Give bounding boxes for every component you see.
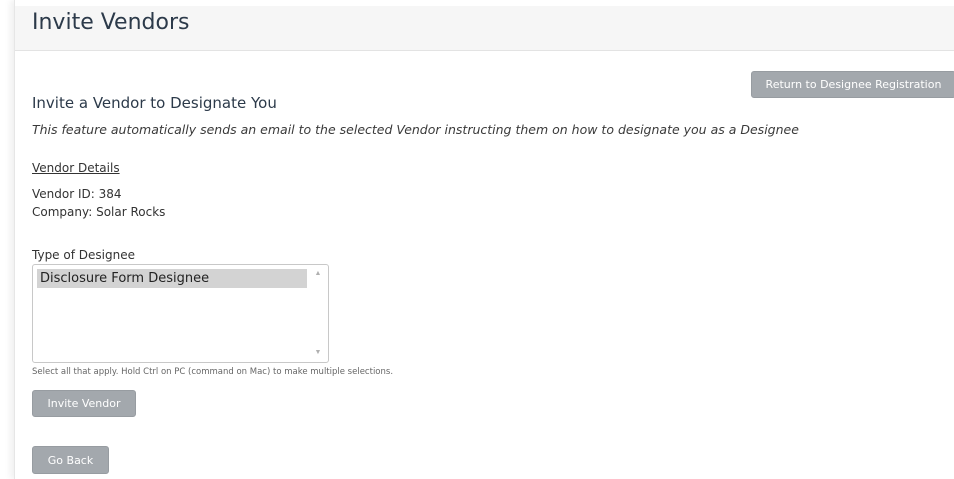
page-header: Invite Vendors (15, 6, 954, 51)
scroll-down-arrow-icon[interactable]: ▼ (313, 348, 323, 358)
company-name: Company: Solar Rocks (32, 205, 166, 219)
scroll-up-arrow-icon[interactable]: ▲ (313, 269, 323, 279)
feature-description: This feature automatically sends an emai… (32, 122, 799, 137)
go-back-button[interactable]: Go Back (32, 446, 109, 474)
vendor-details-heading: Vendor Details (32, 161, 120, 175)
page-frame: Invite Vendors Return to Designee Regist… (14, 0, 954, 479)
multi-select-help-text: Select all that apply. Hold Ctrl on PC (… (32, 367, 394, 377)
page-title: Invite Vendors (32, 10, 190, 35)
section-title: Invite a Vendor to Designate You (32, 94, 277, 112)
vendor-id: Vendor ID: 384 (32, 187, 122, 201)
designee-type-label: Type of Designee (32, 248, 135, 262)
invite-vendor-button[interactable]: Invite Vendor (32, 390, 136, 417)
designee-type-listbox[interactable]: Disclosure Form Designee ▲ ▼ (32, 264, 329, 363)
return-to-designee-registration-button[interactable]: Return to Designee Registration (751, 71, 954, 98)
option-disclosure-form-designee[interactable]: Disclosure Form Designee (37, 269, 307, 288)
